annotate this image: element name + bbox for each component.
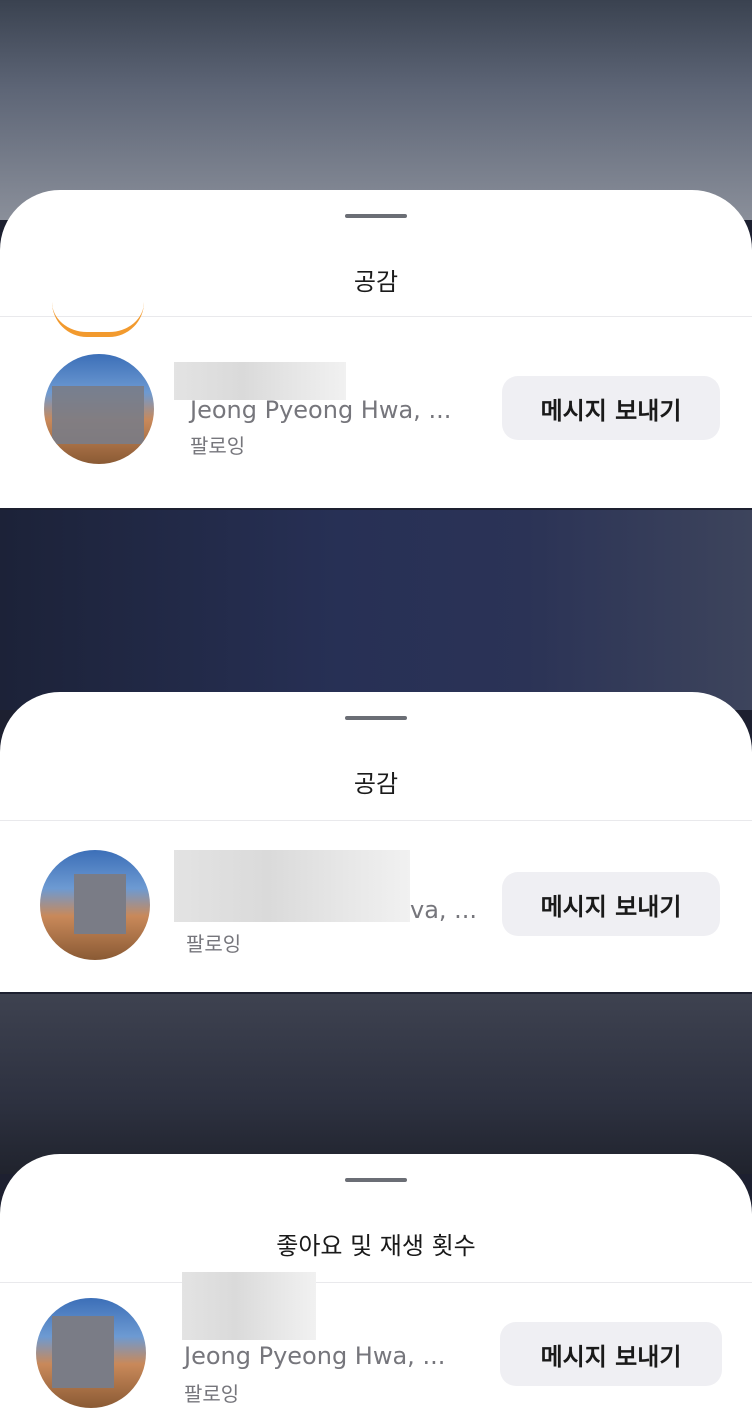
sheet-divider (0, 1282, 752, 1283)
user-subtitle: Jeong Pyeong Hwa, ... (190, 396, 452, 424)
following-status: 팔로잉 (186, 932, 242, 956)
reactions-sheet: 공감 va, ... 팔로잉 메시지 보내기 (0, 692, 752, 992)
avatar[interactable] (36, 1298, 146, 1408)
avatar-blur (52, 386, 144, 444)
screenshot-panel-3: 좋아요 및 재생 횟수 Jeong Pyeong Hwa, ... 팔로잉 메시… (0, 994, 752, 1416)
reactions-sheet: 공감 Jeong Pyeong Hwa, ... 팔로잉 메시지 보내기 (0, 190, 752, 508)
background-photo (0, 510, 752, 710)
user-subtitle: va, ... (410, 896, 478, 924)
send-message-button[interactable]: 메시지 보내기 (502, 872, 720, 936)
screenshot-panel-1: 공감 Jeong Pyeong Hwa, ... 팔로잉 메시지 보내기 (0, 0, 752, 508)
background-photo (0, 0, 752, 220)
sheet-title: 공감 (353, 268, 399, 296)
screenshot-panel-2: 공감 va, ... 팔로잉 메시지 보내기 (0, 510, 752, 992)
story-ring (52, 302, 144, 337)
avatar[interactable] (44, 354, 154, 464)
background-photo (0, 994, 752, 1174)
send-message-button[interactable]: 메시지 보내기 (500, 1322, 722, 1386)
likes-and-plays-sheet: 좋아요 및 재생 횟수 Jeong Pyeong Hwa, ... 팔로잉 메시… (0, 1154, 752, 1416)
username-blurred (174, 850, 410, 922)
avatar[interactable] (40, 850, 150, 960)
sheet-drag-handle[interactable] (345, 214, 407, 218)
username-blurred (174, 362, 346, 400)
sheet-title: 공감 (353, 770, 399, 798)
sheet-title: 좋아요 및 재생 횟수 (276, 1232, 476, 1260)
sheet-drag-handle[interactable] (345, 1178, 407, 1182)
following-status: 팔로잉 (184, 1382, 240, 1406)
sheet-drag-handle[interactable] (345, 716, 407, 720)
sheet-divider (0, 820, 752, 821)
avatar-blur (74, 874, 126, 934)
avatar-blur (52, 1316, 114, 1388)
user-subtitle: Jeong Pyeong Hwa, ... (184, 1342, 446, 1370)
send-message-button[interactable]: 메시지 보내기 (502, 376, 720, 440)
following-status: 팔로잉 (190, 434, 246, 458)
username-blurred (182, 1272, 316, 1340)
